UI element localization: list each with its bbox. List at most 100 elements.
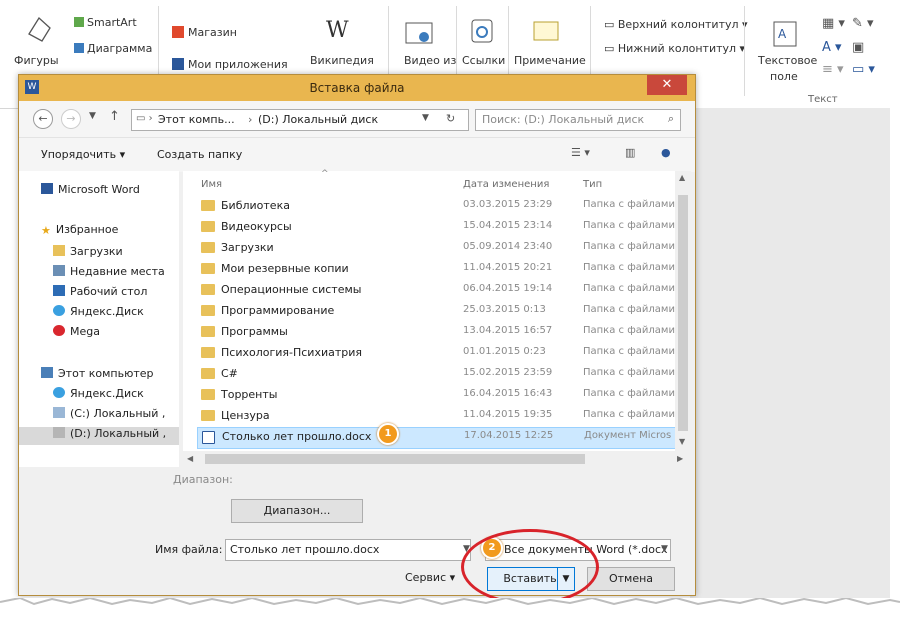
nav-item-recent[interactable]: Недавние места xyxy=(53,265,165,283)
nav-item-favorites[interactable]: ★ Избранное xyxy=(41,223,118,241)
video-icon[interactable] xyxy=(404,20,434,49)
nav-item-drive-c[interactable]: (C:) Локальный , xyxy=(53,407,165,425)
range-button[interactable]: Диапазон... xyxy=(231,499,363,523)
new-folder-button[interactable]: Создать папку xyxy=(157,148,242,161)
vertical-scrollbar[interactable]: ▲ ▼ xyxy=(675,171,691,451)
video-label[interactable]: Видео из xyxy=(404,54,456,67)
nav-item-mega[interactable]: Mega xyxy=(53,325,100,343)
wikipedia-label[interactable]: Википедия xyxy=(310,54,374,67)
folder-icon xyxy=(201,263,215,274)
file-row[interactable]: Загрузки 05.09.2014 23:40 Папка с файлами xyxy=(197,239,675,259)
close-button[interactable]: ✕ xyxy=(647,75,687,95)
wordart-icon[interactable]: A ▾ xyxy=(822,40,842,55)
object-icon[interactable]: ▭ ▾ xyxy=(852,62,875,77)
header-icon: ▭ xyxy=(604,18,618,31)
nav-item-word[interactable]: Microsoft Word xyxy=(41,183,140,201)
file-type-dropdown-icon[interactable]: ▼ xyxy=(661,544,668,554)
scroll-left-icon[interactable]: ◀ xyxy=(187,454,193,463)
file-row[interactable]: Видеокурсы 15.04.2015 23:14 Папка с файлам… xyxy=(197,218,675,238)
links-label[interactable]: Ссылки xyxy=(462,54,505,67)
file-row[interactable]: Программирование 25.03.2015 0:13 Папка с ф… xyxy=(197,302,675,322)
column-header-type[interactable]: Тип xyxy=(583,179,602,190)
chart-button[interactable]: Диаграмма xyxy=(74,42,152,55)
wikipedia-icon[interactable]: W xyxy=(326,18,349,43)
nav-item-yandex-2[interactable]: Яндекс.Диск xyxy=(53,387,144,405)
store-button[interactable]: Магазин xyxy=(172,26,237,39)
file-date: 16.04.2015 16:43 xyxy=(463,388,553,399)
preview-pane-icon[interactable]: ▥ xyxy=(625,146,635,159)
file-row-selected[interactable]: Столько лет прошло.docx 17.04.2015 12:25 Д… xyxy=(197,427,681,449)
my-apps-label: Мои приложения xyxy=(188,58,288,71)
cancel-button[interactable]: Отмена xyxy=(587,567,675,591)
textbox-label-1[interactable]: Текстовое xyxy=(758,54,817,67)
file-date: 25.03.2015 0:13 xyxy=(463,304,546,315)
scroll-thumb[interactable] xyxy=(678,195,688,431)
help-icon[interactable]: ● xyxy=(661,146,671,159)
scroll-down-icon[interactable]: ▼ xyxy=(679,437,685,446)
datetime-icon[interactable]: ▣ xyxy=(852,40,864,55)
file-row[interactable]: С# 15.02.2015 23:59 Папка с файлами xyxy=(197,365,675,385)
breadcrumb-drive[interactable]: (D:) Локальный диск xyxy=(258,113,378,126)
file-name: Операционные системы xyxy=(221,283,362,296)
file-name: Библиотека xyxy=(221,199,290,212)
forward-icon[interactable]: → xyxy=(61,109,81,129)
nav-item-this-pc[interactable]: Этот компьютер xyxy=(41,367,154,385)
shapes-icon[interactable] xyxy=(24,14,54,47)
file-row[interactable]: Торренты 16.04.2015 16:43 Папка с файлами xyxy=(197,386,675,406)
up-icon[interactable]: ↑ xyxy=(109,109,120,124)
quickparts-icon[interactable]: ▦ ▾ xyxy=(822,16,845,31)
dropcap-icon[interactable]: ≡ ▾ xyxy=(822,62,844,77)
nav-label-this-pc: Этот компьютер xyxy=(58,367,154,380)
comment-icon[interactable] xyxy=(532,18,560,47)
column-header-name[interactable]: Имя xyxy=(201,179,222,190)
word-icon xyxy=(41,183,53,194)
my-apps-button[interactable]: Мои приложения xyxy=(172,58,288,71)
hscroll-thumb[interactable] xyxy=(205,454,585,464)
search-box[interactable]: Поиск: (D:) Локальный диск ⌕ xyxy=(475,109,681,131)
footer-button[interactable]: ▭ Нижний колонтитул ▾ xyxy=(604,42,745,55)
search-input[interactable]: Поиск: (D:) Локальный диск xyxy=(482,113,644,126)
folder-icon xyxy=(201,242,215,253)
shapes-label[interactable]: Фигуры xyxy=(14,54,59,67)
nav-label-recent: Недавние места xyxy=(70,265,165,278)
filename-input[interactable]: Столько лет прошло.docx xyxy=(225,539,471,561)
tools-button[interactable]: Сервис ▾ xyxy=(405,571,455,584)
nav-item-downloads[interactable]: Загрузки xyxy=(53,245,123,263)
file-date: 11.04.2015 20:21 xyxy=(463,262,553,273)
horizontal-scrollbar[interactable]: ◀ ▶ xyxy=(183,451,691,467)
nav-item-drive-d[interactable]: (D:) Локальный , xyxy=(19,427,179,445)
file-type: Папка с файлами xyxy=(583,367,675,378)
file-row[interactable]: Операционные системы 06.04.2015 19:14 Папк… xyxy=(197,281,675,301)
address-dropdown-icon[interactable]: ▼ xyxy=(422,113,429,123)
text-group-label: Текст xyxy=(808,94,838,105)
downloads-icon xyxy=(53,245,65,256)
comment-label[interactable]: Примечание xyxy=(514,54,586,67)
scroll-up-icon[interactable]: ▲ xyxy=(679,173,685,182)
file-row[interactable]: Программы 13.04.2015 16:57 Папка с файлами xyxy=(197,323,675,343)
refresh-icon[interactable]: ↻ xyxy=(446,112,455,125)
file-row[interactable]: Психология-Психиатрия 01.01.2015 0:23 Папк… xyxy=(197,344,675,364)
links-icon[interactable] xyxy=(470,18,494,47)
search-icon[interactable]: ⌕ xyxy=(668,112,674,126)
organize-button[interactable]: Упорядочить ▾ xyxy=(41,148,125,161)
textbox-icon[interactable]: A xyxy=(772,20,798,51)
scroll-right-icon[interactable]: ▶ xyxy=(677,454,683,463)
column-header-date[interactable]: Дата изменения xyxy=(463,179,549,190)
nav-item-yandex[interactable]: Яндекс.Диск xyxy=(53,305,144,323)
view-options-icon[interactable]: ☰ ▾ xyxy=(571,146,590,159)
file-type: Документ Micros xyxy=(584,430,672,441)
back-icon[interactable]: ← xyxy=(33,109,53,129)
file-row[interactable]: Библиотека 03.03.2015 23:29 Папка с файлам… xyxy=(197,197,675,217)
breadcrumb-this-pc[interactable]: Этот компь... xyxy=(158,113,235,126)
history-dropdown-icon[interactable]: ▼ xyxy=(89,111,96,121)
smartart-button[interactable]: SmartArt xyxy=(74,16,137,29)
folder-icon xyxy=(201,305,215,316)
file-row[interactable]: Мои резервные копии 11.04.2015 20:21 Папка… xyxy=(197,260,675,280)
textbox-label-2[interactable]: поле xyxy=(770,70,798,83)
header-button[interactable]: ▭ Верхний колонтитул ▾ xyxy=(604,18,748,31)
nav-label-desktop: Рабочий стол xyxy=(70,285,148,298)
docx-file-icon xyxy=(202,431,215,444)
signature-icon[interactable]: ✎ ▾ xyxy=(852,16,874,31)
address-bar[interactable]: ▭ › Этот компь... › (D:) Локальный диск … xyxy=(131,109,469,131)
nav-item-desktop[interactable]: Рабочий стол xyxy=(53,285,147,303)
